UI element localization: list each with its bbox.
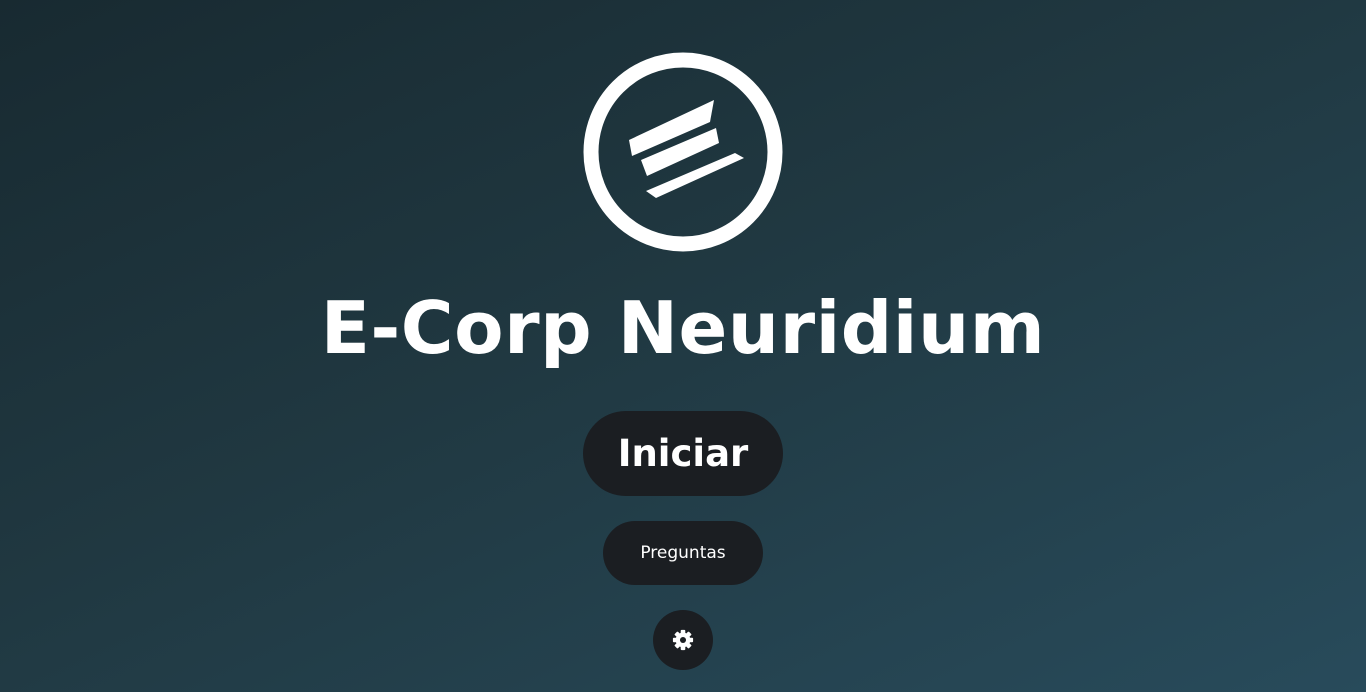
app-title: E-Corp Neuridium [320, 286, 1046, 370]
faq-button[interactable]: Preguntas [603, 521, 763, 585]
e-corp-logo-icon [583, 52, 783, 252]
start-button[interactable]: Iniciar [583, 411, 783, 496]
gear-icon [672, 629, 694, 651]
settings-button[interactable] [653, 610, 713, 670]
